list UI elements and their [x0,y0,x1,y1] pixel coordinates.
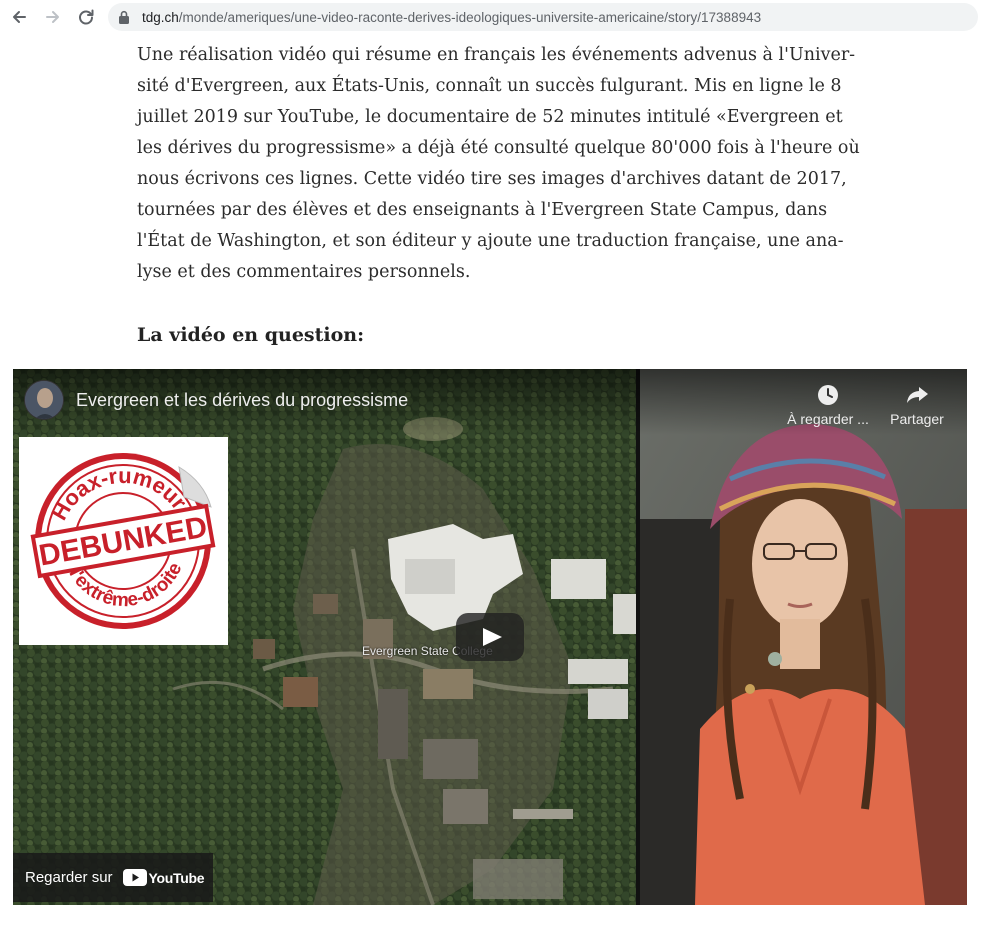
watch-on-youtube-button[interactable]: Regarder sur YouTube [13,853,213,902]
portrait-photo-thumbnail [640,369,967,905]
url-text: tdg.ch/monde/ameriques/une-video-raconte… [142,10,761,25]
youtube-wordmark: YouTube [148,869,205,886]
lock-icon [118,10,132,24]
share-label: Partager [890,411,944,427]
youtube-play-icon [122,869,147,886]
share-button[interactable]: Partager [872,381,962,427]
debunked-stamp: Hoax-rumeurs d'extrême-droite DEBUNKED [30,453,216,629]
address-bar[interactable]: tdg.ch/monde/ameriques/une-video-raconte… [108,3,978,31]
paragraph-line: l'État de Washington, et son éditeur y a… [137,231,844,251]
paragraph-line: lyse et des commentaires personnels. [137,262,471,282]
paragraph-line: Une réalisation vidéo qui résume en fran… [137,45,856,65]
play-button[interactable] [456,613,524,661]
clock-icon [783,381,873,409]
browser-toolbar: tdg.ch/monde/ameriques/une-video-raconte… [0,0,1000,34]
paragraph-line: les dérives du progressisme» a déjà été … [137,138,860,158]
reload-icon [79,9,94,25]
watch-later-label: À regarder ... [787,411,869,427]
debunked-sticker: Hoax-rumeurs d'extrême-droite DEBUNKED [19,437,228,645]
channel-avatar[interactable] [24,380,64,420]
forward-button[interactable] [40,4,66,30]
arrow-left-icon [13,11,26,23]
reload-button[interactable] [73,4,99,30]
url-host: tdg.ch [142,9,179,25]
watch-on-label: Regarder sur [25,869,113,886]
article-paragraph: Une réalisation vidéo qui résume en fran… [137,40,860,288]
back-button[interactable] [6,4,32,30]
avatar-portrait-icon [25,381,63,419]
watch-later-button[interactable]: À regarder ... [783,381,873,427]
video-section-heading: La vidéo en question: [137,324,365,346]
share-arrow-icon [872,381,962,409]
paragraph-line: juillet 2019 sur YouTube, le documentair… [137,107,843,127]
video-embed[interactable]: Evergreen et les dérives du progressisme… [13,369,967,905]
url-path: /monde/ameriques/une-video-raconte-deriv… [178,9,762,25]
arrow-right-icon [46,11,59,23]
paragraph-line: sité d'Evergreen, aux États-Unis, connaî… [137,76,842,96]
paragraph-line: tournées par des élèves et des enseignan… [137,200,828,220]
video-title[interactable]: Evergreen et les dérives du progressisme [76,390,408,411]
youtube-logo: YouTube [122,869,205,886]
play-icon [456,613,524,661]
paragraph-line: nous écrivons ces lignes. Cette vidéo ti… [137,169,847,189]
